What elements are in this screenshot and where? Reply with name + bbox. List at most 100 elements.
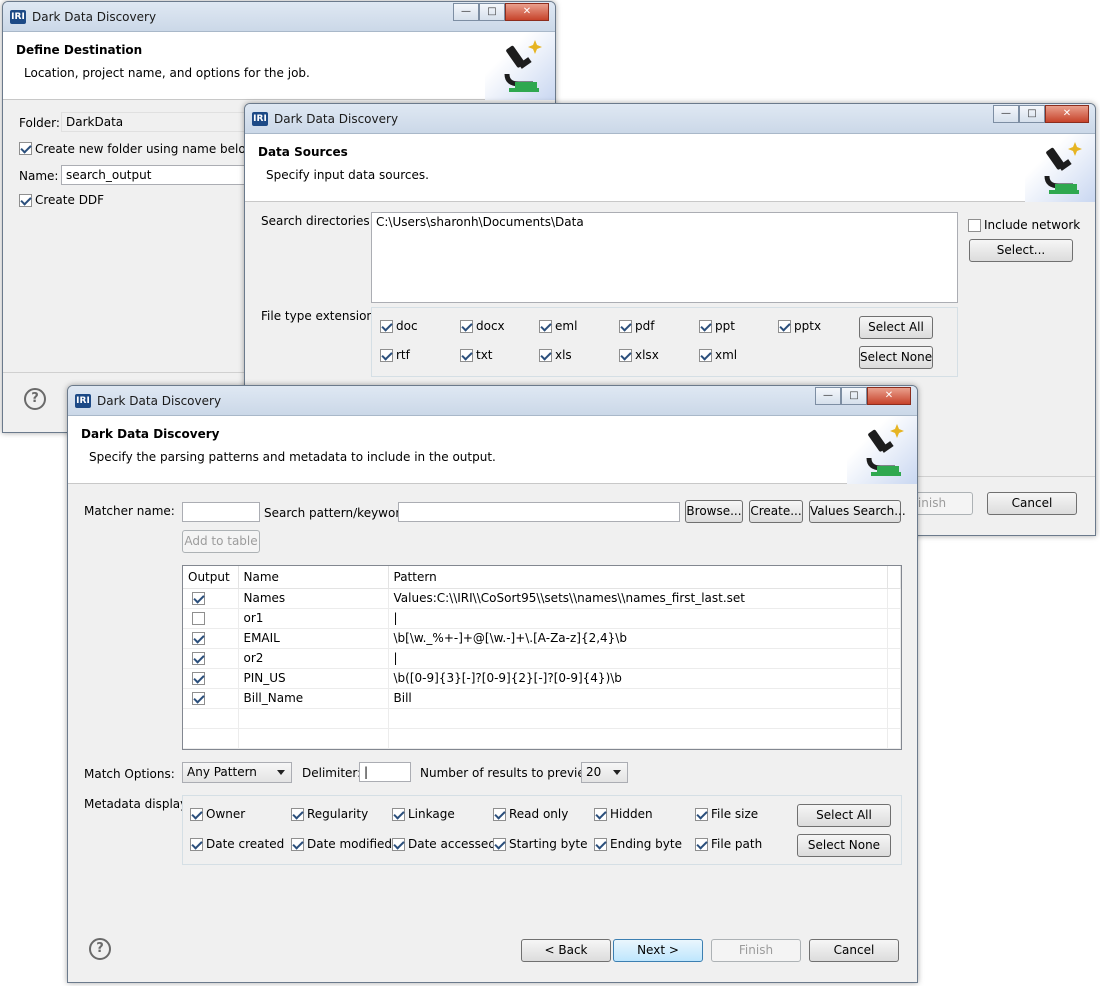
metadata-ending-byte-checkbox[interactable] [594, 838, 607, 851]
metadata-file-size-checkbox[interactable] [695, 808, 708, 821]
title-bar[interactable]: IRI Dark Data Discovery — □ ✕ [245, 104, 1095, 134]
pattern-name-cell[interactable]: Bill_Name [238, 688, 389, 709]
metadata-label: Date modified [307, 837, 393, 851]
metadata-read-only-checkbox[interactable] [493, 808, 506, 821]
file-type-xlsx-checkbox[interactable] [619, 349, 632, 362]
matcher-name-label: Matcher name: [84, 504, 175, 518]
metadata-owner-checkbox[interactable] [190, 808, 203, 821]
metadata-starting-byte-checkbox[interactable] [493, 838, 506, 851]
metadata-label: Ending byte [610, 837, 682, 851]
file-type-label: xlsx [635, 348, 659, 362]
file-type-ppt-checkbox[interactable] [699, 320, 712, 333]
search-pattern-input[interactable] [398, 502, 680, 522]
metadata-select-none-button[interactable]: Select None [797, 834, 891, 857]
metadata-group: Owner Regularity Linkage Read only Hidden Fil… [182, 795, 902, 865]
file-type-eml-checkbox[interactable] [539, 320, 552, 333]
column-header-name[interactable]: Name [238, 566, 389, 589]
title-bar[interactable]: IRI Dark Data Discovery — □ ✕ [68, 386, 917, 416]
minimize-icon[interactable]: — [993, 105, 1019, 123]
browse-button[interactable]: Browse... [685, 500, 743, 523]
metadata-date-created-checkbox[interactable] [190, 838, 203, 851]
search-directories-field[interactable]: C:\Users\sharonh\Documents\Data [371, 212, 958, 303]
back-button[interactable]: < Back [521, 939, 611, 962]
metadata-label: Read only [509, 807, 569, 821]
pattern-value-cell[interactable]: Bill [388, 688, 888, 709]
file-type-txt-checkbox[interactable] [460, 349, 473, 362]
create-button[interactable]: Create... [749, 500, 803, 523]
file-type-pdf-checkbox[interactable] [619, 320, 632, 333]
file-type-docx-checkbox[interactable] [460, 320, 473, 333]
next-button[interactable]: Next > [613, 939, 703, 962]
finish-button[interactable]: Finish [711, 939, 801, 962]
match-options-select[interactable]: Any Pattern [182, 762, 292, 783]
file-type-rtf-checkbox[interactable] [380, 349, 393, 362]
pattern-value-cell[interactable]: \b[\w._%+-]+@[\w.-]+\.[A-Za-z]{2,4}\b [388, 628, 888, 649]
minimize-icon[interactable]: — [453, 3, 479, 21]
pattern-name-cell[interactable]: EMAIL [238, 628, 389, 649]
metadata-file-path-checkbox[interactable] [695, 838, 708, 851]
folder-field[interactable]: DarkData [61, 112, 251, 132]
select-none-button[interactable]: Select None [859, 346, 933, 369]
file-type-xml-checkbox[interactable] [699, 349, 712, 362]
metadata-linkage-checkbox[interactable] [392, 808, 405, 821]
matcher-name-input[interactable] [182, 502, 260, 522]
table-row[interactable]: PIN_US \b([0-9]{3}[-]?[0-9]{2}[-]?[0-9]{4… [183, 668, 901, 689]
close-icon[interactable]: ✕ [505, 3, 549, 21]
wizard-header: Dark Data Discovery Specify the parsing … [68, 416, 917, 484]
output-checkbox[interactable] [192, 692, 205, 705]
maximize-icon[interactable]: □ [841, 387, 867, 405]
close-icon[interactable]: ✕ [1045, 105, 1089, 123]
pattern-value-cell[interactable]: Values:C:\\IRI\\CoSort95\\sets\\names\\n… [388, 588, 888, 609]
metadata-label: Regularity [307, 807, 369, 821]
pattern-name-cell[interactable]: PIN_US [238, 668, 389, 689]
file-type-pptx-checkbox[interactable] [778, 320, 791, 333]
pattern-name-cell[interactable]: Names [238, 588, 389, 609]
delimiter-input[interactable]: | [359, 762, 411, 782]
metadata-select-all-button[interactable]: Select All [797, 804, 891, 827]
file-type-xls-checkbox[interactable] [539, 349, 552, 362]
add-to-table-button[interactable]: Add to table [182, 530, 260, 553]
close-icon[interactable]: ✕ [867, 387, 911, 405]
pattern-value-cell[interactable]: | [388, 648, 888, 669]
file-type-doc-checkbox[interactable] [380, 320, 393, 333]
metadata-regularity-checkbox[interactable] [291, 808, 304, 821]
column-header-pattern[interactable]: Pattern [388, 566, 888, 589]
table-row[interactable]: Bill_Name Bill [183, 688, 901, 709]
page-description: Specify the parsing patterns and metadat… [89, 450, 496, 464]
output-checkbox[interactable] [192, 632, 205, 645]
pattern-value-cell[interactable]: | [388, 608, 888, 629]
include-network-checkbox[interactable] [968, 219, 981, 232]
select-all-button[interactable]: Select All [859, 316, 933, 339]
create-ddf-checkbox[interactable] [19, 194, 32, 207]
pattern-name-cell[interactable]: or1 [238, 608, 389, 629]
name-field[interactable]: search_output [61, 165, 251, 185]
metadata-hidden-checkbox[interactable] [594, 808, 607, 821]
cancel-button[interactable]: Cancel [987, 492, 1077, 515]
table-row[interactable]: or1 | [183, 608, 901, 629]
num-results-select[interactable]: 20 [581, 762, 628, 783]
select-directories-button[interactable]: Select... [969, 239, 1073, 262]
output-checkbox[interactable] [192, 672, 205, 685]
help-icon[interactable]: ? [24, 388, 46, 410]
values-search-button[interactable]: Values Search... [809, 500, 906, 523]
pattern-name-cell[interactable]: or2 [238, 648, 389, 669]
metadata-date-modified-checkbox[interactable] [291, 838, 304, 851]
minimize-icon[interactable]: — [815, 387, 841, 405]
column-header-output[interactable]: Output [183, 566, 239, 589]
file-type-label: txt [476, 348, 493, 362]
table-row[interactable]: or2 | [183, 648, 901, 669]
pattern-value-cell[interactable]: \b([0-9]{3}[-]?[0-9]{2}[-]?[0-9]{4})\b [388, 668, 888, 689]
output-checkbox[interactable] [192, 652, 205, 665]
iri-logo-icon: IRI [10, 10, 26, 24]
table-row[interactable]: EMAIL \b[\w._%+-]+@[\w.-]+\.[A-Za-z]{2,4}… [183, 628, 901, 649]
table-row[interactable]: Names Values:C:\\IRI\\CoSort95\\sets\\nam… [183, 588, 901, 609]
title-bar[interactable]: IRI Dark Data Discovery — □ ✕ [3, 2, 555, 32]
help-icon[interactable]: ? [89, 938, 111, 960]
create-folder-checkbox[interactable] [19, 142, 32, 155]
maximize-icon[interactable]: □ [479, 3, 505, 21]
output-checkbox[interactable] [192, 592, 205, 605]
cancel-button[interactable]: Cancel [809, 939, 899, 962]
metadata-date-accessed-checkbox[interactable] [392, 838, 405, 851]
maximize-icon[interactable]: □ [1019, 105, 1045, 123]
output-checkbox[interactable] [192, 612, 205, 625]
